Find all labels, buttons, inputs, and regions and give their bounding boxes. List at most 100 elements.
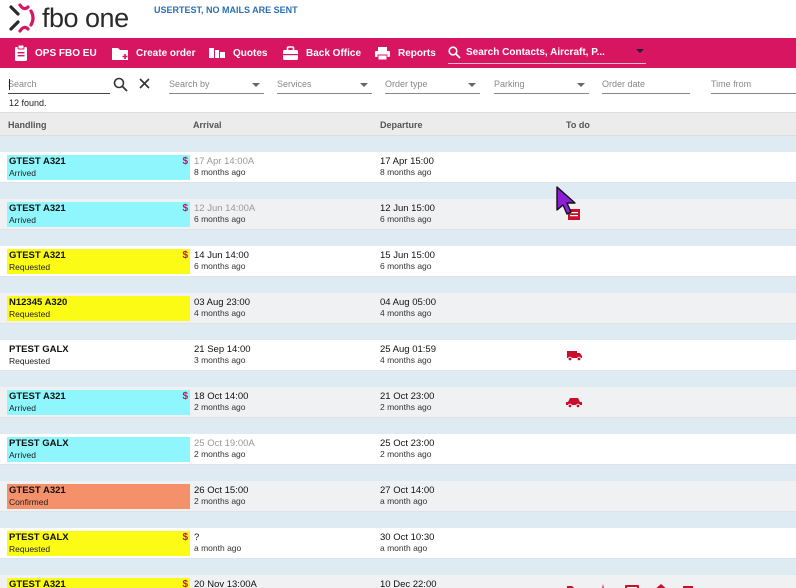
mouse-pointer-icon [556,186,576,215]
order-row[interactable]: GTEST A321 Arrived $17 Apr 14:00A 8 months … [0,152,796,183]
nav-item-create-order[interactable]: Create order [111,38,195,68]
chevron-down-icon [468,83,476,87]
nav-item-label: Quotes [233,47,268,59]
search-by-select[interactable]: Search by [169,76,264,94]
departure-time: 10 Dec 22:00 [380,579,437,588]
arrival-relative: 2 months ago [194,449,246,459]
departure-time: 27 Oct 14:00 [380,485,435,496]
row-spacer [0,277,796,293]
departure-cell: 25 Aug 01:59 4 months ago [380,344,436,366]
search-input[interactable]: Search [8,76,110,94]
services-label: Services [277,79,312,89]
order-row[interactable]: N12345 A320 Requested 03 Aug 23:00 4 months… [0,293,796,324]
handling-cell[interactable]: PTEST GALX Arrived [7,437,190,462]
order-row[interactable]: GTEST A321 Arrived $18 Oct 14:00 2 months a… [0,387,796,418]
order-row[interactable]: GTEST A321 Arrived $12 Jun 14:00A 6 months … [0,199,796,230]
aircraft-name: GTEST A321 [9,579,66,588]
folder-plus-icon [112,47,128,60]
parking-select[interactable]: Parking [494,76,589,94]
departure-cell: 10 Dec 22:00 [380,579,437,588]
order-row[interactable]: PTEST GALX Requested $? a month ago 30 Oct 1… [0,528,796,559]
order-row[interactable]: GTEST A321 $20 Nov 13:00A 10 Dec 22:00 [0,575,796,588]
billing-dollar-icon: $ [182,579,188,588]
order-row[interactable]: GTEST A321 Requested $14 Jun 14:00 6 months… [0,246,796,277]
plane-icon[interactable] [595,583,612,588]
departure-relative: 4 months ago [380,308,432,318]
departure-time: 25 Oct 23:00 [380,438,435,449]
arrival-relative: 8 months ago [194,167,246,177]
handling-cell[interactable]: PTEST GALX Requested $ [7,531,190,556]
test-mode-notice: USERTEST, NO MAILS ARE SENT [154,5,298,15]
handling-cell[interactable]: GTEST A321 Requested $ [7,249,190,274]
aircraft-name: GTEST A321 [9,485,66,496]
folder-icon[interactable] [566,583,583,588]
aircraft-name: PTEST GALX [9,344,69,355]
order-status: Requested [9,544,51,554]
brand-logo[interactable]: fbo one [8,2,129,34]
handling-cell[interactable]: GTEST A321 Arrived $ [7,202,190,227]
handling-cell[interactable]: GTEST A321 $ [7,578,190,588]
row-spacer [0,371,796,387]
search-placeholder: Search [8,79,37,89]
nav-item-back-office[interactable]: Back Office [282,38,361,68]
handling-cell[interactable]: GTEST A321 Arrived $ [7,155,190,180]
departure-cell: 27 Oct 14:00 a month ago [380,485,434,507]
departure-cell: 21 Oct 23:00 2 months ago [380,391,434,413]
handling-cell[interactable]: GTEST A321 Confirmed [7,484,190,509]
arrival-time: 25 Oct 19:00A [194,438,255,449]
arrival-time: 26 Oct 15:00 [194,485,249,496]
row-spacer [0,465,796,481]
departure-cell: 15 Jun 15:00 6 months ago [380,250,435,272]
departure-time: 12 Jun 15:00 [380,203,435,214]
order-type-select[interactable]: Order type [385,76,480,94]
fbo-logo-icon [9,3,35,33]
order-row[interactable]: GTEST A321 Confirmed 26 Oct 15:00 2 months … [0,481,796,512]
aircraft-name: PTEST GALX [9,532,69,543]
bus-icon[interactable] [624,583,641,588]
chevron-down-icon[interactable] [636,49,644,53]
time-from-field[interactable]: Time from [711,76,796,94]
order-row[interactable]: PTEST GALX Arrived 25 Oct 19:00A 2 months a… [0,434,796,465]
order-list: GTEST A321 Arrived $17 Apr 14:00A 8 months … [0,136,796,588]
arrival-cell: 21 Sep 14:00 3 months ago [194,344,251,366]
departure-relative: 2 months ago [380,402,432,412]
column-header-handling[interactable]: Handling [8,120,47,130]
order-status: Confirmed [9,497,49,507]
arrival-cell: 03 Aug 23:00 4 months ago [194,297,250,319]
nav-item-quotes[interactable]: Quotes [208,38,267,68]
quotes-icon [209,48,225,58]
departure-cell: 25 Oct 23:00 2 months ago [380,438,434,460]
billing-dollar-icon: $ [182,250,188,261]
nav-item-ops[interactable]: OPS FBO EU [14,38,97,68]
handling-cell[interactable]: N12345 A320 Requested [7,296,190,321]
global-search[interactable]: Search Contacts, Aircraft, P... [448,42,646,64]
departure-cell: 17 Apr 15:00 8 months ago [380,156,434,178]
row-spacer [0,136,796,152]
order-status: Arrived [9,215,36,225]
row-spacer [0,559,796,575]
clear-icon[interactable] [138,77,151,90]
truck-icon[interactable] [566,348,583,363]
table-header: Handling Arrival Departure To do [0,112,796,136]
arrival-cell: ? a month ago [194,532,241,554]
departure-relative: a month ago [380,496,428,506]
order-date-field[interactable]: Order date [602,76,690,94]
arrival-time: 20 Nov 13:00A [194,579,257,588]
departure-relative: 8 months ago [380,167,432,177]
results-count: 12 found. [9,98,47,108]
services-select[interactable]: Services [277,76,372,94]
home-icon[interactable] [653,583,670,588]
handling-cell[interactable]: PTEST GALX Requested [7,343,190,368]
truck-icon[interactable] [682,583,699,588]
arrival-relative: 2 months ago [194,496,246,506]
column-header-arrival[interactable]: Arrival [193,120,222,130]
handling-cell[interactable]: GTEST A321 Arrived $ [7,390,190,415]
column-header-todo: To do [566,120,590,130]
search-icon[interactable] [113,77,128,92]
column-header-departure[interactable]: Departure [380,120,423,130]
arrival-cell: 12 Jun 14:00A 6 months ago [194,203,255,225]
nav-item-reports[interactable]: Reports [374,38,436,68]
nav-item-label: OPS FBO EU [35,47,97,59]
car-icon[interactable] [566,395,583,410]
order-row[interactable]: PTEST GALX Requested 21 Sep 14:00 3 months … [0,340,796,371]
